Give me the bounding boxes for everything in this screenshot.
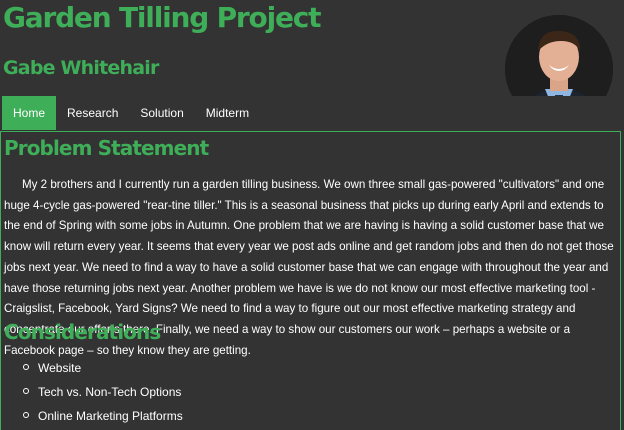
list-item: Website — [23, 358, 183, 382]
site-title: Garden Tilling Project — [3, 1, 322, 34]
list-item-label: Website — [38, 361, 82, 375]
nav-midterm[interactable]: Midterm — [195, 96, 260, 130]
list-item: Online Marketing Platforms — [23, 406, 183, 430]
nav-solution[interactable]: Solution — [129, 96, 194, 130]
bullet-icon — [23, 412, 29, 418]
list-item-label: Online Marketing Platforms — [38, 409, 183, 423]
problem-heading: Problem Statement — [4, 136, 209, 160]
bullet-icon — [23, 388, 29, 394]
list-item: Tech vs. Non-Tech Options — [23, 382, 183, 406]
nav-home[interactable]: Home — [2, 96, 57, 130]
considerations-list: Website Tech vs. Non-Tech Options Online… — [23, 358, 183, 430]
bullet-icon — [23, 364, 29, 370]
main-nav: Home Research Solution Midterm — [2, 96, 622, 130]
author-name: Gabe Whitehair — [3, 57, 159, 79]
list-item-label: Tech vs. Non-Tech Options — [38, 385, 182, 399]
main-content: Problem Statement My 2 brothers and I cu… — [0, 131, 621, 430]
nav-research[interactable]: Research — [56, 96, 129, 130]
considerations-heading: Considerations — [4, 320, 161, 344]
page-header: Garden Tilling Project Gabe Whitehair — [0, 0, 624, 123]
